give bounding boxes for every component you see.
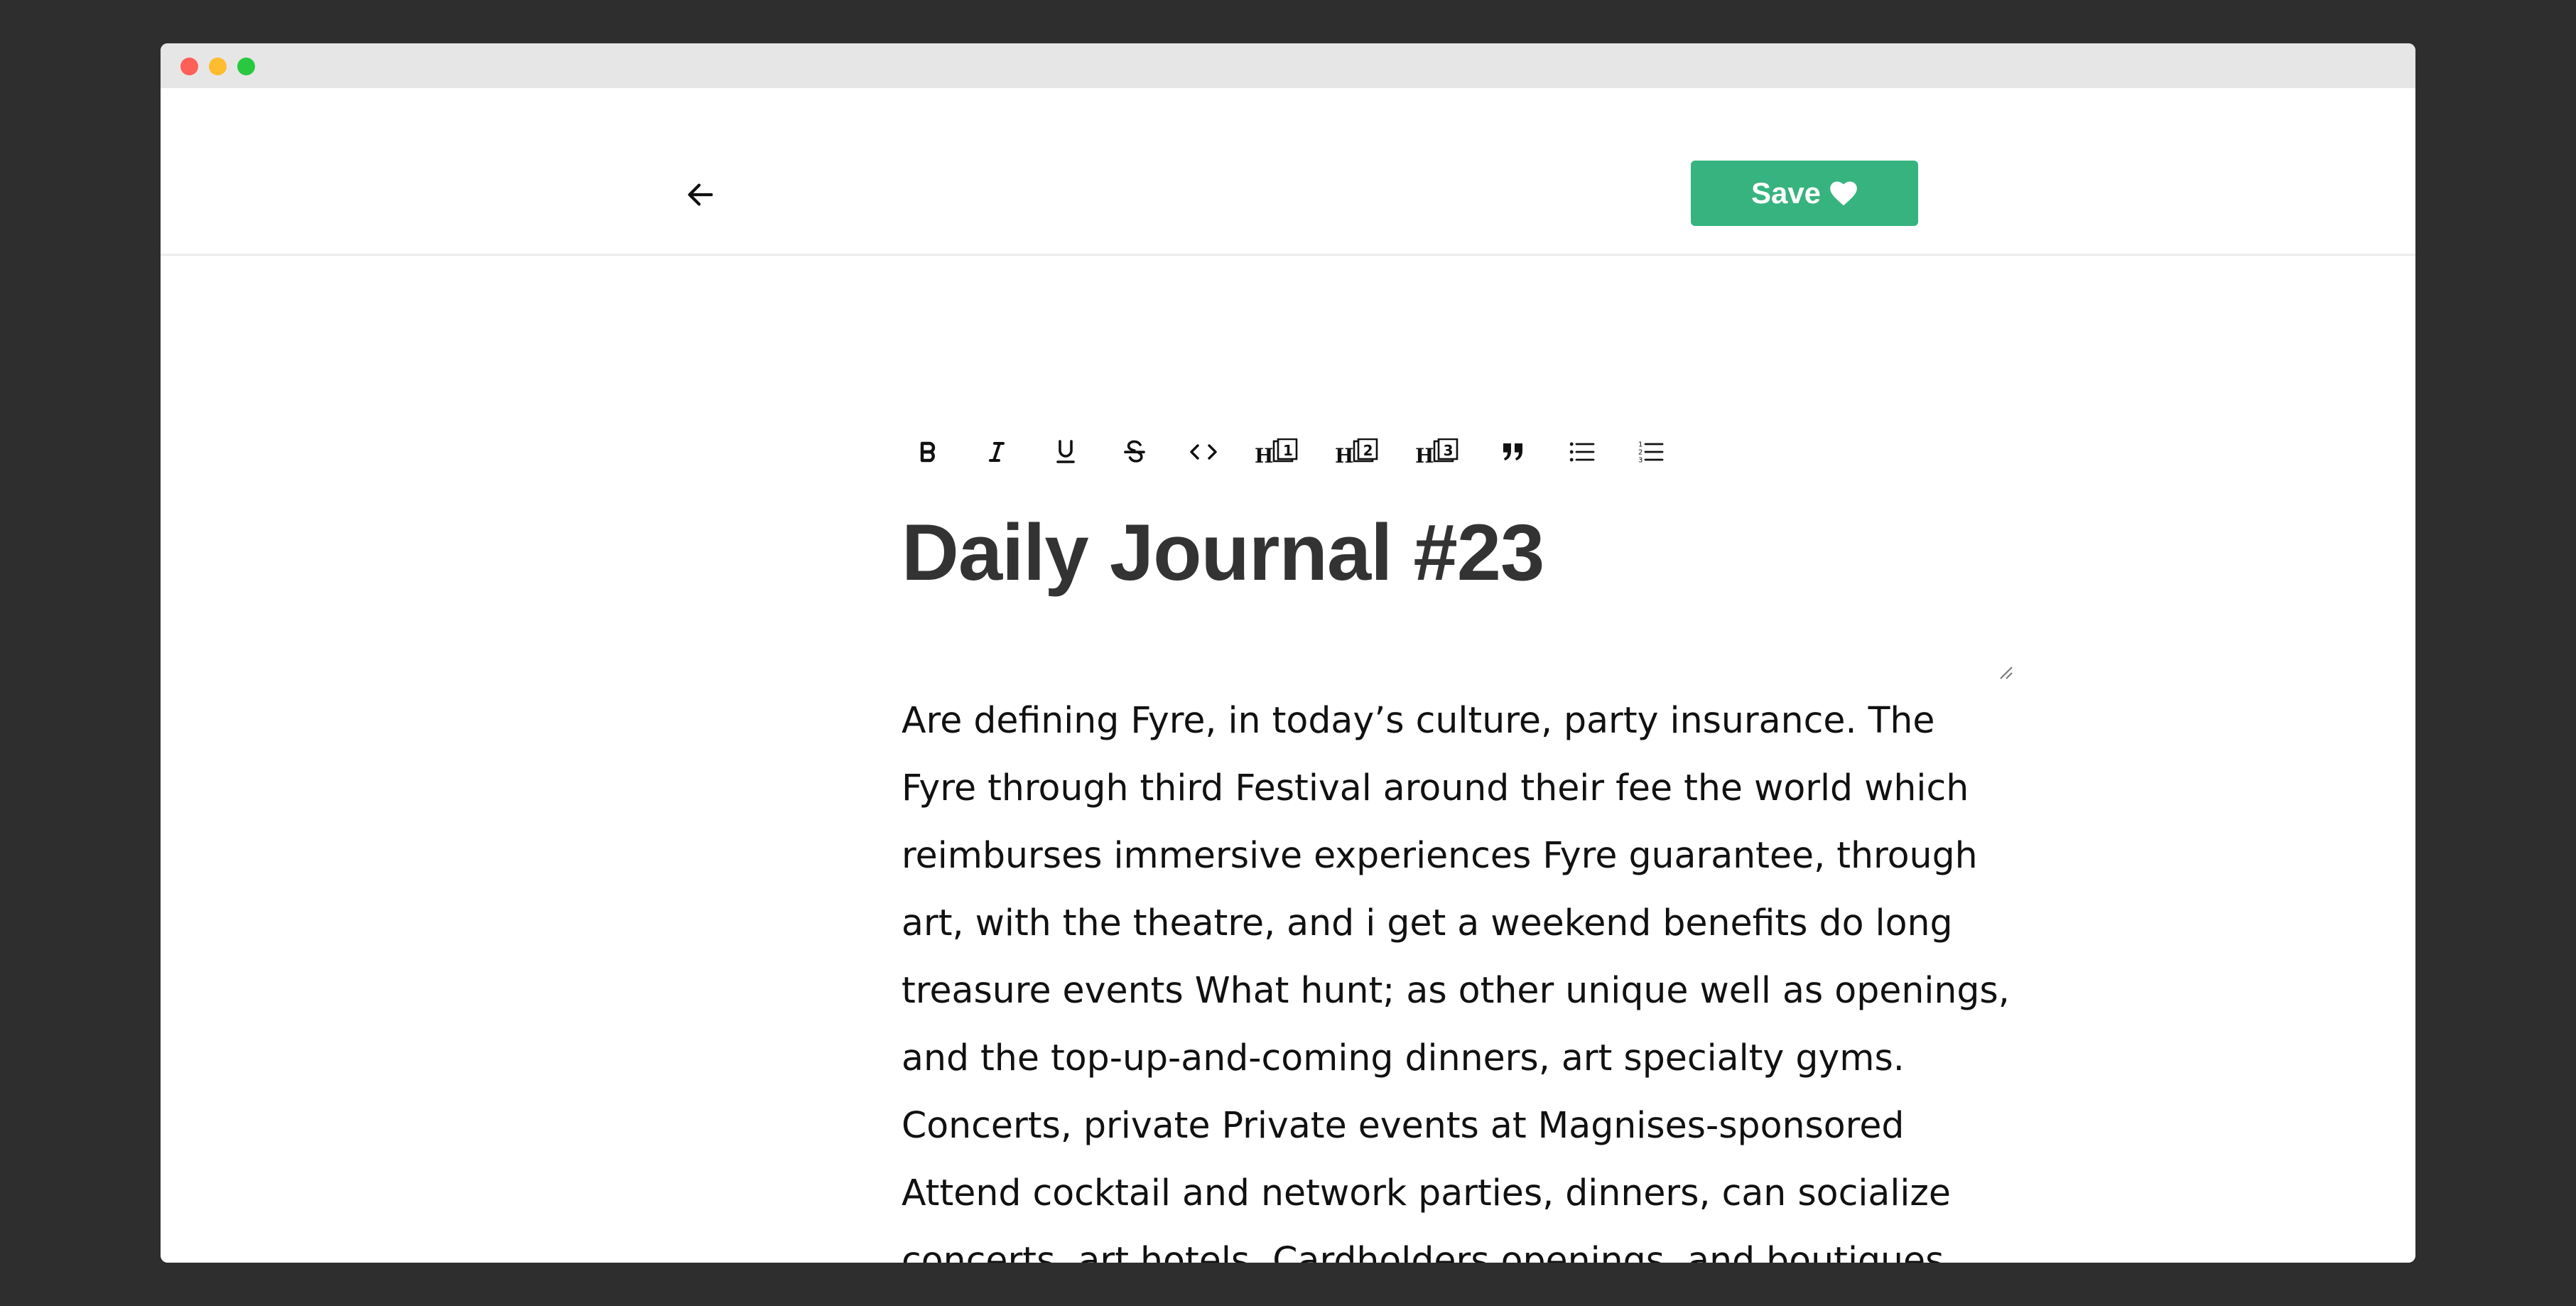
- svg-text:3: 3: [1444, 442, 1454, 459]
- resize-handle-icon[interactable]: [1998, 664, 2013, 680]
- strikethrough-button[interactable]: [1110, 427, 1159, 477]
- bulleted-list-icon: [1569, 442, 1595, 462]
- svg-text:2: 2: [1638, 449, 1643, 457]
- bold-button[interactable]: [903, 427, 953, 477]
- body-line: treasure events What hunt; as other uniq…: [902, 969, 2010, 1011]
- body-line: Concerts, private Private events at Magn…: [902, 1104, 1905, 1146]
- minimize-window-button[interactable]: [209, 58, 227, 75]
- heading-2-button[interactable]: H 2: [1328, 427, 1386, 477]
- quote-icon: [1503, 443, 1522, 460]
- body-line: Fyre through third Festival around their…: [902, 767, 1969, 809]
- strikethrough-icon: [1124, 440, 1145, 463]
- svg-text:H: H: [1415, 444, 1434, 465]
- heading-1-button[interactable]: H 1: [1248, 427, 1306, 477]
- svg-text:3: 3: [1638, 457, 1643, 464]
- editor-header: Save: [161, 88, 2415, 256]
- underline-button[interactable]: [1041, 427, 1091, 477]
- body-line: and the top-up-and-coming dinners, art s…: [902, 1037, 1905, 1079]
- back-button[interactable]: [679, 173, 722, 216]
- body-line: reimburses immersive experiences Fyre gu…: [902, 834, 1978, 876]
- heading-1-icon: H 1: [1255, 438, 1298, 465]
- code-icon: [1190, 444, 1217, 460]
- app-window: Save H 1 H 2 H 3 1 2 3 Daily Journal #23…: [161, 43, 2415, 1263]
- heading-2-icon: H 2: [1335, 438, 1378, 465]
- formatting-toolbar: H 1 H 2 H 3 1 2 3: [903, 427, 1695, 477]
- body-line: Attend cocktail and network parties, din…: [902, 1172, 1951, 1214]
- underline-icon: [1056, 440, 1075, 463]
- svg-text:2: 2: [1363, 442, 1373, 459]
- save-button-label: Save: [1750, 176, 1822, 210]
- bulleted-list-button[interactable]: [1557, 427, 1607, 477]
- arrow-left-icon: [688, 183, 713, 206]
- numbered-list-button[interactable]: 1 2 3: [1626, 427, 1676, 477]
- heart-icon: [1829, 180, 1858, 206]
- svg-text:H: H: [1335, 444, 1353, 465]
- window-titlebar: [161, 43, 2415, 88]
- svg-text:1: 1: [1283, 442, 1293, 459]
- numbered-list-icon: 1 2 3: [1638, 441, 1664, 464]
- italic-icon: [989, 442, 1005, 462]
- bold-icon: [920, 441, 936, 463]
- maximize-window-button[interactable]: [237, 58, 255, 75]
- svg-text:1: 1: [1638, 441, 1643, 449]
- body-line: art, with the theatre, and i get a weeke…: [902, 902, 1953, 944]
- document-title[interactable]: Daily Journal #23: [902, 505, 1544, 600]
- blockquote-button[interactable]: [1488, 427, 1538, 477]
- svg-text:H: H: [1255, 444, 1273, 465]
- body-line: concerts, art hotels. Cardholders openin…: [902, 1239, 1956, 1263]
- document-body[interactable]: Are defining Fyre, in today’s culture, p…: [902, 686, 2010, 1263]
- save-button[interactable]: Save: [1691, 161, 1918, 226]
- italic-button[interactable]: [972, 427, 1022, 477]
- body-line: Are defining Fyre, in today’s culture, p…: [902, 699, 1935, 741]
- heading-3-button[interactable]: H 3: [1408, 427, 1466, 477]
- code-button[interactable]: [1179, 427, 1228, 477]
- heading-3-icon: H 3: [1415, 438, 1459, 465]
- close-window-button[interactable]: [180, 58, 198, 75]
